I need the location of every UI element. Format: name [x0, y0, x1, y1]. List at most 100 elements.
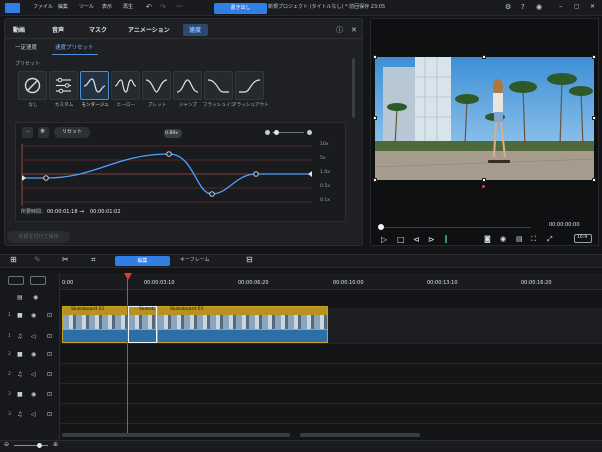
crop-icon[interactable]: ⌗: [91, 256, 96, 264]
curve-point[interactable]: [209, 191, 215, 197]
tab-speed[interactable]: 速度: [189, 28, 201, 34]
track-lane-audio-3[interactable]: [60, 404, 602, 424]
lock-icon[interactable]: ⊡: [47, 334, 52, 340]
settings-icon[interactable]: ⚙: [505, 4, 511, 11]
preset-flash-in[interactable]: [204, 71, 233, 100]
track-lane-audio-2[interactable]: [60, 364, 602, 384]
add-media-icon[interactable]: ⊞: [10, 256, 17, 264]
resize-handle-tr[interactable]: [592, 55, 596, 59]
help-icon[interactable]: ?: [521, 4, 525, 11]
resize-handle-l[interactable]: [373, 116, 377, 120]
clip-audio-waveform: [158, 329, 327, 342]
fullscreen-icon[interactable]: ⤢: [547, 236, 553, 243]
subtab-speed-preset[interactable]: 速度プリセット: [55, 45, 94, 52]
menu-edit[interactable]: 編集: [58, 5, 68, 10]
resize-handle-bl[interactable]: [373, 178, 377, 182]
track-lane-video-2[interactable]: [60, 344, 602, 364]
volume-icon[interactable]: ◉: [500, 236, 506, 243]
resize-handle-tl[interactable]: [373, 55, 377, 59]
menu-playback[interactable]: 再生: [123, 5, 133, 10]
timeline-zoom-slider[interactable]: [14, 445, 48, 446]
account-icon[interactable]: ◉: [536, 4, 542, 11]
preset-jump[interactable]: [173, 71, 202, 100]
pen-icon[interactable]: ✎: [34, 256, 41, 264]
resize-handle-b[interactable]: [482, 178, 486, 182]
preset-montage[interactable]: [80, 71, 109, 100]
lock-icon[interactable]: ⊡: [47, 392, 52, 398]
zoom-in-timeline-icon[interactable]: ⊕: [53, 442, 58, 448]
more-icon[interactable]: ⋯: [176, 4, 182, 10]
save-as-preset-button[interactable]: 名前を付けて保存: [7, 231, 70, 243]
preset-custom[interactable]: [49, 71, 78, 100]
snapshot-icon[interactable]: ◙: [484, 236, 491, 243]
add-track-button[interactable]: [30, 276, 46, 285]
menu-file[interactable]: ファイル: [33, 5, 53, 10]
tab-audio[interactable]: 音声: [52, 28, 64, 34]
curve-point[interactable]: [166, 151, 172, 157]
mute-icon[interactable]: ◁: [31, 412, 36, 418]
timeline-scrollbar-right[interactable]: [300, 433, 420, 437]
tab-edit[interactable]: 編集: [115, 256, 170, 266]
lock-icon[interactable]: ⊡: [47, 313, 52, 319]
tab-keyframe[interactable]: キーフレーム: [180, 258, 210, 263]
export-frame-icon[interactable]: ⊟: [246, 256, 253, 264]
video-frame[interactable]: [375, 57, 594, 180]
playhead-line[interactable]: [127, 279, 128, 437]
preset-bullet[interactable]: [142, 71, 171, 100]
menu-view[interactable]: 表示: [102, 5, 112, 10]
track-lane-video-3[interactable]: [60, 384, 602, 404]
prev-frame-icon[interactable]: ⊲: [413, 236, 420, 244]
fit-icon[interactable]: ⛶: [531, 236, 536, 243]
track-list-icon[interactable]: ▤: [17, 295, 23, 301]
visibility-icon[interactable]: ◉: [31, 392, 36, 398]
lock-icon[interactable]: ⊡: [47, 352, 52, 358]
preset-flash-out[interactable]: [235, 71, 264, 100]
minimize-icon[interactable]: –: [559, 3, 563, 10]
ruler-tick: 0:00: [62, 280, 74, 286]
timeline-scrollbar[interactable]: [62, 433, 290, 437]
visibility-icon[interactable]: ◉: [31, 313, 36, 319]
visibility-all-icon[interactable]: ◉: [33, 295, 38, 301]
visibility-icon[interactable]: ◉: [31, 352, 36, 358]
tab-animation[interactable]: アニメーション: [128, 28, 170, 34]
seek-thumb[interactable]: [378, 224, 384, 230]
next-frame-icon[interactable]: ⊳: [428, 236, 435, 244]
stop-icon[interactable]: □: [397, 236, 405, 244]
resize-handle-r[interactable]: [592, 116, 596, 120]
speed-tick-10x: 10x: [320, 142, 329, 147]
rotate-handle[interactable]: [482, 185, 485, 188]
export-button[interactable]: 書き出し: [214, 3, 267, 14]
undo-icon[interactable]: ↶: [146, 4, 152, 11]
mute-icon[interactable]: ◁: [31, 334, 36, 340]
mute-icon[interactable]: ◁: [31, 372, 36, 378]
track-settings-button[interactable]: [8, 276, 24, 285]
lock-icon[interactable]: ⊡: [47, 412, 52, 418]
timeline-zoom-thumb[interactable]: [37, 443, 42, 448]
zoom-out-timeline-icon[interactable]: ⊖: [4, 442, 9, 448]
resize-handle-br[interactable]: [592, 178, 596, 182]
tab-video[interactable]: 動画: [13, 28, 25, 34]
tab-mask[interactable]: マスク: [89, 28, 107, 34]
split-icon[interactable]: ✂: [62, 256, 69, 264]
help-circle-icon[interactable]: ⓘ: [336, 27, 343, 34]
close-icon[interactable]: ✕: [590, 4, 595, 10]
audio-track-icon: ♫: [17, 371, 23, 378]
menu-tools[interactable]: ツール: [79, 5, 94, 10]
maximize-icon[interactable]: ▢: [574, 4, 580, 10]
panel-scrollbar[interactable]: [352, 58, 355, 118]
subtab-constant-speed[interactable]: 一定速度: [15, 45, 37, 52]
seek-bar[interactable]: [381, 227, 531, 228]
panel-close-icon[interactable]: ✕: [351, 27, 357, 34]
lock-icon[interactable]: ⊡: [47, 372, 52, 378]
video-track-icon: ■: [17, 391, 23, 398]
presets-label: プリセット: [15, 61, 41, 67]
play-icon[interactable]: ▷: [381, 236, 387, 244]
redo-icon[interactable]: ↷: [160, 4, 166, 11]
preset-hero[interactable]: [111, 71, 140, 100]
duration-from: 00:00:01:18: [47, 209, 78, 215]
resize-handle-t[interactable]: [482, 55, 486, 59]
preset-none[interactable]: [18, 71, 47, 100]
curve-point[interactable]: [43, 175, 49, 181]
curve-point[interactable]: [253, 171, 259, 177]
subtitle-icon[interactable]: ▤: [516, 236, 523, 243]
